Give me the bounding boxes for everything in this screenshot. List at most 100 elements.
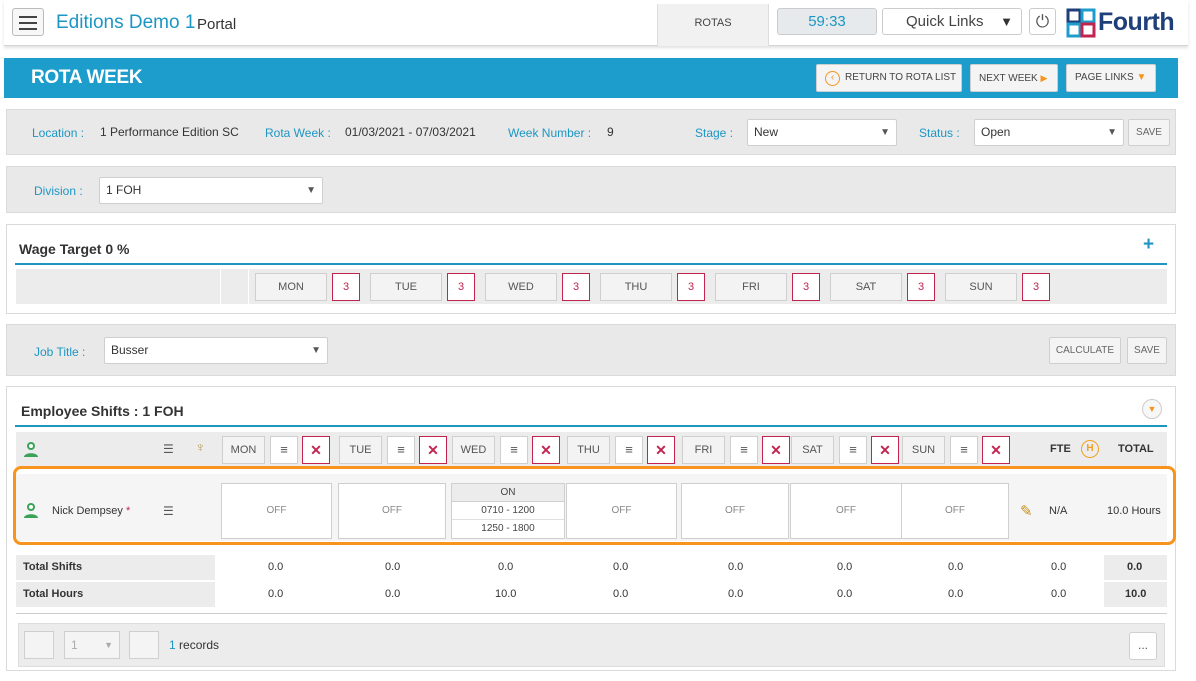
top-bar: Editions Demo 1 Portal ROTAS 59:33 Quick… [4,0,1188,46]
location-label: Location : [32,126,85,140]
caret-down-icon: ▼ [1136,72,1147,83]
prev-page-button[interactable] [24,631,54,659]
align-left-icon[interactable]: ≡ [270,436,298,464]
align-left-icon[interactable]: ≡ [839,436,867,464]
records-label: records [179,638,220,652]
wage-count-tue[interactable]: 3 [447,273,475,301]
job-title-select[interactable]: Busser ▼ [104,337,328,364]
stage-select[interactable]: New ▼ [747,119,897,146]
more-options-button[interactable]: ... [1129,632,1157,660]
status-select[interactable]: Open ▼ [974,119,1124,146]
menu-icon[interactable] [12,8,44,36]
caret-down-icon: ▼ [306,185,316,196]
save-status-button[interactable]: SAVE [1128,119,1170,146]
page-links-button[interactable]: PAGE LINKS ▼ [1066,64,1156,92]
required-marker: * [125,505,131,517]
employee-total-hours: 10.0 Hours [1107,505,1161,517]
holiday-icon: H [1081,440,1099,458]
division-value: 1 FOH [106,183,142,197]
wage-day-mon: MON [255,273,327,301]
power-icon[interactable]: ⏻ [1029,8,1056,35]
total-hours-fte: 0.0 [1051,588,1067,600]
total-header: TOTAL [1118,443,1154,455]
app-title: Editions Demo 1 [56,12,196,33]
shift-cell-sat[interactable]: OFF [790,483,902,539]
rotas-tab[interactable]: ROTAS [657,4,769,46]
employee-shifts-card: Employee Shifts : 1 FOH ▼ ☰ ♆ MON ≡ ✕ TUE ≡ ✕… [6,386,1176,671]
wage-count-mon[interactable]: 3 [332,273,360,301]
lightbulb-icon[interactable]: ♆ [195,439,206,455]
brand-logo: Fourth [1066,6,1186,38]
page-links-label: PAGE LINKS [1075,72,1134,83]
records-number: 1 [169,638,176,652]
edit-notes-icon[interactable]: ✎ [1020,502,1033,520]
divider [16,613,1167,614]
wage-count-thu[interactable]: 3 [677,273,705,301]
align-left-icon[interactable]: ≡ [730,436,758,464]
employee-group-icon [22,440,40,463]
close-icon[interactable]: ✕ [532,436,560,464]
shift-cell-mon[interactable]: OFF [221,483,332,539]
close-icon[interactable]: ✕ [871,436,899,464]
chevron-left-icon: ‹ [825,71,840,86]
wage-day-thu: THU [600,273,672,301]
total-hours-mon: 0.0 [268,588,284,600]
divider [248,269,249,304]
employee-name-text: Nick Dempsey [52,505,123,517]
close-icon[interactable]: ✕ [419,436,447,464]
page-select[interactable]: 1 ▼ [64,631,120,659]
sort-employee-icon[interactable]: ☰ [163,442,174,456]
employee-details-icon[interactable]: ☰ [163,504,174,518]
total-hours-tue: 0.0 [385,588,401,600]
quick-links-dropdown[interactable]: Quick Links ▼ [882,8,1022,35]
shift-cell-tue[interactable]: OFF [338,483,446,539]
total-hours-fri: 0.0 [728,588,744,600]
align-left-icon[interactable]: ≡ [615,436,643,464]
shift-cell-wed[interactable]: ON 0710 - 1200 1250 - 1800 [451,483,565,539]
collapse-toggle-icon[interactable]: ▼ [1142,399,1162,419]
shift-day-wed: WED [452,436,495,464]
close-icon[interactable]: ✕ [302,436,330,464]
wage-day-sat: SAT [830,273,902,301]
plus-icon[interactable]: + [1143,234,1154,256]
wage-day-tue: TUE [370,273,442,301]
total-shifts-label: Total Shifts [23,561,83,573]
page-value: 1 [71,638,78,652]
wage-count-sun[interactable]: 3 [1022,273,1050,301]
job-title-panel: Job Title : Busser ▼ CALCULATE SAVE [6,324,1176,376]
wage-count-sat[interactable]: 3 [907,273,935,301]
return-to-rota-list-button[interactable]: ‹ RETURN TO ROTA LIST [816,64,962,92]
next-page-button[interactable] [129,631,159,659]
shift-day-mon: MON [222,436,265,464]
next-week-button[interactable]: NEXT WEEK ▶ [970,64,1058,92]
shift-cell-thu[interactable]: OFF [566,483,677,539]
wage-count-wed[interactable]: 3 [562,273,590,301]
shift-time-1[interactable]: 0710 - 1200 [452,502,564,520]
close-icon[interactable]: ✕ [762,436,790,464]
week-number-label: Week Number : [508,126,592,140]
page-header: ROTA WEEK ‹ RETURN TO ROTA LIST NEXT WEE… [4,58,1178,98]
job-title-label: Job Title : [34,345,86,359]
employee-name[interactable]: Nick Dempsey * [52,505,130,517]
close-icon[interactable]: ✕ [982,436,1010,464]
wage-count-fri[interactable]: 3 [792,273,820,301]
shift-cell-sun[interactable]: OFF [901,483,1009,539]
align-left-icon[interactable]: ≡ [387,436,415,464]
shift-cell-fri[interactable]: OFF [681,483,789,539]
return-label: RETURN TO ROTA LIST [845,72,957,83]
shift-day-fri: FRI [682,436,725,464]
total-hours-sat: 0.0 [837,588,853,600]
total-hours-thu: 0.0 [613,588,629,600]
wage-day-sun: SUN [945,273,1017,301]
title-underline [15,425,1167,427]
division-select[interactable]: 1 FOH ▼ [99,177,323,204]
app-subtitle: Portal [197,16,237,33]
align-left-icon[interactable]: ≡ [500,436,528,464]
total-hours-wed: 10.0 [495,588,517,600]
save-job-button[interactable]: SAVE [1127,337,1167,364]
calculate-button[interactable]: CALCULATE [1049,337,1121,364]
caret-down-icon: ▼ [104,640,113,650]
close-icon[interactable]: ✕ [647,436,675,464]
shift-time-2[interactable]: 1250 - 1800 [452,520,564,538]
align-left-icon[interactable]: ≡ [950,436,978,464]
